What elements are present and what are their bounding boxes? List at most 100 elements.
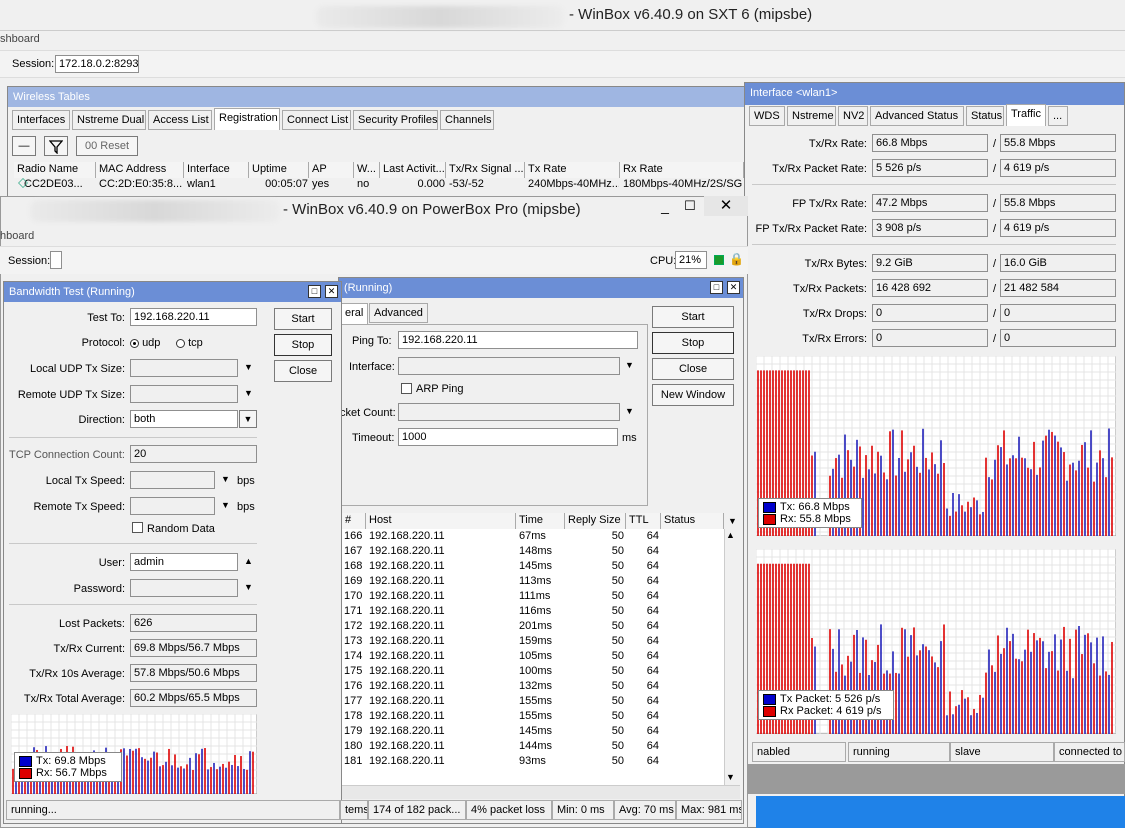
ping-col-2[interactable]: Time: [516, 513, 565, 529]
wireless-col-2[interactable]: Interface: [184, 162, 249, 178]
session-field[interactable]: 172.18.0.2:8293: [55, 55, 139, 73]
wireless-col-3[interactable]: Uptime: [249, 162, 309, 178]
ping-row-size: 50: [611, 650, 624, 662]
remote-udp-select[interactable]: [130, 385, 238, 403]
btest-close-button[interactable]: ✕: [325, 285, 338, 298]
btest-tx-swatch: [19, 755, 32, 767]
reset-label: Reset: [100, 140, 130, 152]
test-to-field[interactable]: 192.168.220.11: [130, 308, 257, 326]
btest-stop-button[interactable]: Stop: [274, 334, 332, 356]
tab-interface-5[interactable]: Traffic: [1006, 104, 1046, 126]
remote-speed-dropdown-icon[interactable]: ▼: [221, 500, 230, 510]
maximize-button[interactable]: ☐: [680, 198, 700, 216]
wireless-col-7[interactable]: Tx/Rx Signal ...: [446, 162, 525, 178]
iface-value-b-4: 16.0 GiB: [1000, 254, 1116, 272]
btest-start-button[interactable]: Start: [274, 308, 332, 330]
menu-dashboard-2[interactable]: hboard: [0, 230, 34, 242]
random-data-checkbox[interactable]: [132, 522, 143, 533]
ping-col-1[interactable]: Host: [366, 513, 516, 529]
session-field-2[interactable]: [50, 251, 62, 269]
btest-maximize-button[interactable]: □: [308, 285, 321, 298]
ping-close-button-main[interactable]: Close: [652, 358, 734, 380]
tab-interface-1[interactable]: Nstreme: [787, 106, 836, 126]
local-speed-field[interactable]: [130, 471, 215, 489]
ping-hscrollbar[interactable]: [340, 785, 740, 799]
filter-button[interactable]: [44, 136, 68, 156]
tab-wireless-5[interactable]: Security Profiles: [353, 110, 438, 130]
filter-icon: [48, 140, 64, 155]
tab-wireless-1[interactable]: Nstreme Dual: [72, 110, 146, 130]
interface-titlebar[interactable]: Interface <wlan1>: [745, 83, 1124, 105]
protocol-udp-radio[interactable]: udp: [130, 337, 160, 349]
tab-wireless-3[interactable]: Registration: [214, 108, 280, 130]
packet-count-dropdown-icon[interactable]: ▼: [625, 406, 634, 416]
wireless-col-8[interactable]: Tx Rate: [525, 162, 620, 178]
tab-interface-4[interactable]: Status: [966, 106, 1004, 126]
bandwidth-test-titlebar[interactable]: Bandwidth Test (Running): [4, 282, 341, 302]
wireless-col-4[interactable]: AP: [309, 162, 354, 178]
timeout-field[interactable]: 1000: [398, 428, 618, 446]
tab-wireless-4[interactable]: Connect List: [282, 110, 351, 130]
local-udp-select[interactable]: [130, 359, 238, 377]
ping-row-time: 145ms: [519, 725, 553, 737]
bandwidth-test-title: Bandwidth Test (Running): [9, 286, 135, 298]
ping-close-button[interactable]: ✕: [727, 281, 740, 294]
wireless-col-5[interactable]: W...: [354, 162, 380, 178]
ping-scrollbar[interactable]: [724, 529, 740, 785]
btest-close-button-main[interactable]: Close: [274, 360, 332, 382]
wireless-cell-0[interactable]: CC2DE03...: [24, 178, 102, 190]
minimize-button[interactable]: _: [655, 198, 675, 216]
tab-wireless-0[interactable]: Interfaces: [12, 110, 70, 130]
interface-dropdown-icon[interactable]: ▼: [625, 360, 634, 370]
tcp-count-field[interactable]: 20: [130, 445, 257, 463]
tab-advanced[interactable]: Advanced: [369, 303, 428, 323]
ping-new-window-button[interactable]: New Window: [652, 384, 734, 406]
ping-row-host: 192.168.220.11: [369, 590, 445, 602]
ping-col-4[interactable]: TTL: [626, 513, 661, 529]
arp-ping-checkbox[interactable]: [401, 383, 412, 394]
ping-to-field[interactable]: 192.168.220.11: [398, 331, 638, 349]
iface-value-a-4: 9.2 GiB: [872, 254, 988, 272]
tab-interface-2[interactable]: NV2: [838, 106, 868, 126]
tab-interface-0[interactable]: WDS: [749, 106, 785, 126]
wireless-col-1[interactable]: MAC Address: [96, 162, 184, 178]
ping-col-3[interactable]: Reply Size: [565, 513, 626, 529]
user-field[interactable]: admin: [130, 553, 238, 571]
direction-select[interactable]: both: [130, 410, 238, 428]
menu-dashboard[interactable]: shboard: [0, 33, 40, 45]
local-speed-dropdown-icon[interactable]: ▼: [221, 474, 230, 484]
ping-stop-button[interactable]: Stop: [652, 332, 734, 354]
ping-row-size: 50: [611, 560, 624, 572]
ping-titlebar[interactable]: (Running): [339, 278, 743, 298]
user-collapse-icon[interactable]: ▲: [244, 556, 253, 566]
local-udp-dropdown-icon[interactable]: ▼: [244, 362, 253, 372]
ping-columns-dropdown-icon[interactable]: ▼: [728, 516, 737, 526]
wireless-tables-titlebar[interactable]: Wireless Tables: [8, 87, 746, 107]
reset-button[interactable]: 00 Reset: [76, 136, 138, 156]
wireless-col-0[interactable]: Radio Name: [14, 162, 96, 178]
tab-interface-3[interactable]: Advanced Status: [870, 106, 964, 126]
protocol-tcp-radio[interactable]: tcp: [176, 337, 203, 349]
tab-general[interactable]: eral: [340, 303, 368, 325]
scroll-down-icon[interactable]: ▼: [726, 772, 735, 782]
ping-start-button[interactable]: Start: [652, 306, 734, 328]
tab-wireless-6[interactable]: Channels: [440, 110, 494, 130]
wireless-col-6[interactable]: Last Activit...: [380, 162, 446, 178]
password-field[interactable]: [130, 579, 238, 597]
password-dropdown-icon[interactable]: ▼: [244, 582, 253, 592]
remote-udp-dropdown-icon[interactable]: ▼: [244, 388, 253, 398]
interface-select[interactable]: [398, 357, 620, 375]
direction-dropdown-icon[interactable]: ▼: [239, 410, 257, 428]
remote-speed-field[interactable]: [130, 497, 215, 515]
packet-count-select[interactable]: [398, 403, 620, 421]
wireless-col-9[interactable]: Rx Rate: [620, 162, 744, 178]
close-window-button[interactable]: ✕: [704, 196, 748, 216]
minus-button[interactable]: —: [12, 136, 36, 156]
ping-row-ttl: 64: [646, 665, 659, 677]
scroll-up-icon[interactable]: ▲: [726, 530, 735, 540]
tab-interface-6[interactable]: ...: [1048, 106, 1068, 126]
ping-maximize-button[interactable]: □: [710, 281, 723, 294]
ping-col-0[interactable]: #: [342, 513, 366, 529]
ping-col-5[interactable]: Status: [661, 513, 724, 529]
tab-wireless-2[interactable]: Access List: [148, 110, 212, 130]
